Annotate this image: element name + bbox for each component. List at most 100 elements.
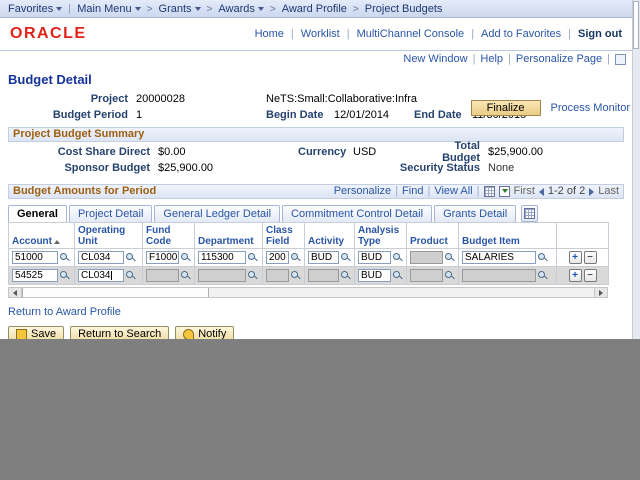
budget-item-input[interactable]: SALARIES: [462, 251, 536, 264]
breadcrumb-awards[interactable]: Awards: [216, 3, 265, 15]
view-all-link[interactable]: View All: [434, 185, 472, 198]
finalize-button[interactable]: Finalize: [470, 100, 541, 116]
lookup-icon[interactable]: [126, 252, 136, 263]
lookup-icon[interactable]: [248, 252, 258, 263]
analysis-type-input[interactable]: BUD: [358, 251, 391, 264]
grants-label: Grants: [158, 2, 192, 15]
product-input[interactable]: [410, 269, 443, 282]
col-header-department[interactable]: Department: [194, 222, 263, 249]
multichannel-console-link[interactable]: MultiChannel Console: [357, 28, 465, 40]
scrollbar-thumb[interactable]: [633, 1, 639, 49]
breadcrumb-separator: [203, 3, 217, 15]
copy-url-icon[interactable]: [615, 53, 626, 65]
save-button[interactable]: Save: [8, 326, 65, 339]
class-field-input[interactable]: [266, 269, 289, 282]
col-header-activity[interactable]: Activity: [304, 222, 355, 249]
analysis-type-input[interactable]: BUD: [358, 269, 391, 282]
personalize-page-link[interactable]: Personalize Page: [516, 53, 602, 65]
zoom-grid-icon[interactable]: [483, 186, 495, 197]
lookup-icon[interactable]: [538, 270, 548, 281]
grid-horizontal-scrollbar[interactable]: [8, 287, 608, 298]
process-monitor-link[interactable]: Process Monitor: [551, 102, 630, 114]
breadcrumb-award-profile[interactable]: Award Profile: [280, 3, 349, 15]
separator: [395, 185, 398, 198]
new-window-link[interactable]: New Window: [403, 53, 467, 65]
account-input[interactable]: 51000: [12, 251, 58, 264]
activity-input[interactable]: BUD: [308, 251, 339, 264]
col-header-fund-code[interactable]: Fund Code: [142, 222, 195, 249]
personalize-link[interactable]: Personalize: [334, 185, 391, 198]
add-row-button[interactable]: +: [568, 269, 582, 282]
pager-first[interactable]: First: [514, 185, 535, 198]
previous-page-icon[interactable]: [538, 187, 544, 196]
separator: [607, 53, 610, 65]
security-status-value: None: [488, 162, 515, 174]
col-header-product[interactable]: Product: [406, 222, 459, 249]
favorites-menu[interactable]: Favorites: [6, 3, 64, 15]
class-field-input[interactable]: 200: [266, 251, 289, 264]
col-header-operating-unit[interactable]: Operating Unit: [74, 222, 143, 249]
add-row-button[interactable]: +: [568, 251, 582, 264]
lookup-icon[interactable]: [445, 270, 455, 281]
lookup-icon[interactable]: [341, 252, 351, 263]
pager-last[interactable]: Last: [598, 185, 619, 198]
fund-code-input[interactable]: F1000: [146, 251, 179, 264]
lookup-icon[interactable]: [538, 252, 548, 263]
department-input[interactable]: 115300: [198, 251, 246, 264]
budget-item-input[interactable]: [462, 269, 536, 282]
show-all-columns-button[interactable]: [521, 205, 539, 222]
product-input[interactable]: [410, 251, 443, 264]
return-to-search-button[interactable]: Return to Search: [70, 326, 170, 339]
operating-unit-input[interactable]: CL034: [78, 251, 124, 264]
main-menu[interactable]: Main Menu: [75, 3, 142, 15]
lookup-icon[interactable]: [181, 252, 191, 263]
activity-input[interactable]: [308, 269, 339, 282]
tab-general[interactable]: General: [8, 205, 67, 222]
fund-code-input[interactable]: [146, 269, 179, 282]
lookup-icon[interactable]: [291, 252, 301, 263]
page-vertical-scrollbar[interactable]: [632, 0, 640, 339]
return-to-award-profile-link[interactable]: Return to Award Profile: [8, 306, 624, 318]
scroll-right-button[interactable]: [594, 288, 607, 297]
breadcrumb-grants[interactable]: Grants: [157, 3, 203, 15]
key-fields: Project 20000028 NeTS:Small:Collaborativ…: [0, 91, 632, 123]
col-header-class-field[interactable]: Class Field: [262, 222, 305, 249]
scroll-left-button[interactable]: [9, 288, 22, 297]
lookup-icon[interactable]: [181, 270, 191, 281]
notify-button[interactable]: Notify: [175, 326, 235, 339]
operating-unit-input[interactable]: CL034: [78, 269, 124, 282]
download-icon[interactable]: [498, 186, 510, 197]
col-header-budget-item[interactable]: Budget Item: [458, 222, 557, 249]
help-link[interactable]: Help: [480, 53, 503, 65]
tab-project-detail[interactable]: Project Detail: [68, 205, 153, 222]
account-input[interactable]: 54525: [12, 269, 58, 282]
find-link[interactable]: Find: [402, 185, 423, 198]
lookup-icon[interactable]: [393, 252, 403, 263]
lookup-icon[interactable]: [393, 270, 403, 281]
next-page-icon[interactable]: [589, 187, 595, 196]
col-header-account[interactable]: Account: [8, 222, 75, 249]
tab-commitment-control-detail[interactable]: Commitment Control Detail: [282, 205, 433, 222]
worklist-link[interactable]: Worklist: [301, 28, 340, 40]
sign-out-link[interactable]: Sign out: [578, 28, 622, 40]
lookup-icon[interactable]: [248, 270, 258, 281]
lookup-icon[interactable]: [445, 252, 455, 263]
department-input[interactable]: [198, 269, 246, 282]
tab-general-ledger-detail[interactable]: General Ledger Detail: [154, 205, 281, 222]
lookup-icon[interactable]: [60, 270, 70, 281]
lookup-icon[interactable]: [291, 270, 301, 281]
tab-grants-detail[interactable]: Grants Detail: [434, 205, 517, 222]
lookup-icon[interactable]: [126, 270, 136, 281]
text-cursor: [111, 270, 113, 280]
delete-row-button[interactable]: −: [583, 251, 597, 264]
lookup-icon[interactable]: [341, 270, 351, 281]
add-to-favorites-link[interactable]: Add to Favorites: [481, 28, 561, 40]
delete-row-button[interactable]: −: [583, 269, 597, 282]
currency-value: USD: [353, 146, 377, 158]
breadcrumb-project-budgets[interactable]: Project Budgets: [363, 3, 445, 15]
separator: [568, 28, 571, 40]
lookup-icon[interactable]: [60, 252, 70, 263]
col-header-analysis-type[interactable]: Analysis Type: [354, 222, 407, 249]
home-link[interactable]: Home: [255, 28, 284, 40]
scrollbar-thumb[interactable]: [22, 288, 209, 297]
